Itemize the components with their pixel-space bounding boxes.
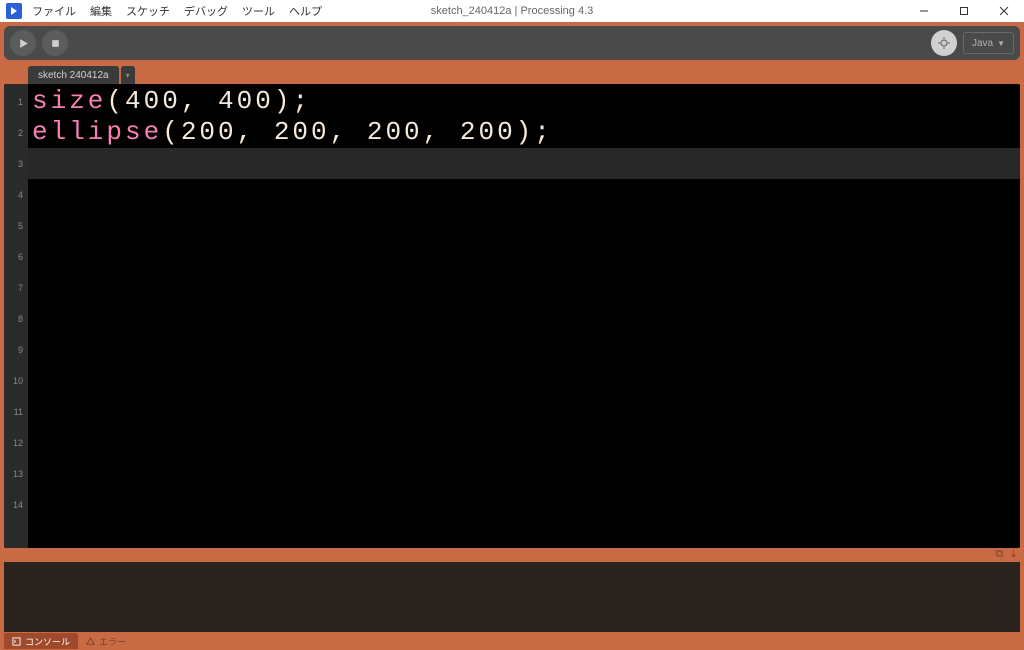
window-title: sketch_240412a | Processing 4.3 bbox=[431, 5, 593, 17]
maximize-button[interactable] bbox=[944, 0, 984, 22]
console-tab[interactable]: コンソール bbox=[4, 633, 78, 649]
mode-label: Java bbox=[972, 38, 993, 49]
bottom-tabbar: コンソール エラー bbox=[0, 632, 1024, 650]
app-frame: Java ▼ sketch 240412a ▾ 1234567891011121… bbox=[0, 22, 1024, 650]
line-number: 6 bbox=[4, 242, 28, 273]
line-number: 3 bbox=[4, 149, 28, 180]
code-line bbox=[28, 179, 1020, 210]
code-line bbox=[28, 272, 1020, 303]
menu-file[interactable]: ファイル bbox=[32, 3, 76, 19]
app-icon bbox=[6, 3, 22, 19]
code-line bbox=[28, 148, 1020, 179]
menu-edit[interactable]: 編集 bbox=[90, 3, 112, 19]
run-button[interactable] bbox=[10, 30, 36, 56]
mode-selector[interactable]: Java ▼ bbox=[963, 32, 1014, 54]
code-line bbox=[28, 489, 1020, 520]
console-collapse-icon[interactable]: ⤓ bbox=[1011, 548, 1016, 561]
code-line: ellipse(200, 200, 200, 200); bbox=[28, 117, 1020, 148]
line-number: 10 bbox=[4, 366, 28, 397]
chevron-down-icon: ▼ bbox=[997, 39, 1005, 48]
errors-tab-label: エラー bbox=[99, 635, 126, 648]
console-tab-label: コンソール bbox=[25, 635, 70, 648]
console-output bbox=[4, 562, 1020, 632]
line-number: 8 bbox=[4, 304, 28, 335]
code-line bbox=[28, 210, 1020, 241]
line-number: 11 bbox=[4, 397, 28, 428]
code-area[interactable]: size(400, 400);ellipse(200, 200, 200, 20… bbox=[28, 84, 1020, 548]
console-popout-icon[interactable]: ⧉ bbox=[995, 548, 1003, 561]
line-gutter: 1234567891011121314 bbox=[4, 84, 28, 548]
warning-icon bbox=[86, 637, 95, 646]
menu-debug[interactable]: デバッグ bbox=[184, 3, 228, 19]
line-number: 7 bbox=[4, 273, 28, 304]
console-splitter[interactable]: ⧉ ⤓ bbox=[0, 548, 1024, 562]
menubar: ファイル 編集 スケッチ デバッグ ツール ヘルプ bbox=[32, 3, 322, 19]
console-icon bbox=[12, 637, 21, 646]
code-line bbox=[28, 396, 1020, 427]
stop-button[interactable] bbox=[42, 30, 68, 56]
line-number: 5 bbox=[4, 211, 28, 242]
close-button[interactable] bbox=[984, 0, 1024, 22]
code-line bbox=[28, 334, 1020, 365]
code-line bbox=[28, 458, 1020, 489]
code-line bbox=[28, 427, 1020, 458]
tabbar: sketch 240412a ▾ bbox=[0, 64, 1024, 84]
line-number: 1 bbox=[4, 87, 28, 118]
code-line bbox=[28, 303, 1020, 334]
line-number: 4 bbox=[4, 180, 28, 211]
line-number: 13 bbox=[4, 459, 28, 490]
code-line bbox=[28, 241, 1020, 272]
line-number: 2 bbox=[4, 118, 28, 149]
menu-tools[interactable]: ツール bbox=[242, 3, 275, 19]
line-number: 9 bbox=[4, 335, 28, 366]
code-line bbox=[28, 365, 1020, 396]
editor: 1234567891011121314 size(400, 400);ellip… bbox=[4, 84, 1020, 548]
tab-label: sketch 240412a bbox=[38, 70, 109, 81]
minimize-button[interactable] bbox=[904, 0, 944, 22]
errors-tab[interactable]: エラー bbox=[78, 633, 134, 649]
menu-sketch[interactable]: スケッチ bbox=[126, 3, 170, 19]
toolbar: Java ▼ bbox=[4, 26, 1020, 60]
tab-menu-button[interactable]: ▾ bbox=[121, 66, 135, 84]
sketch-tab[interactable]: sketch 240412a bbox=[28, 66, 119, 84]
titlebar: ファイル 編集 スケッチ デバッグ ツール ヘルプ sketch_240412a… bbox=[0, 0, 1024, 22]
line-number: 14 bbox=[4, 490, 28, 521]
window-controls bbox=[904, 0, 1024, 22]
code-line: size(400, 400); bbox=[28, 86, 1020, 117]
debug-toggle-button[interactable] bbox=[931, 30, 957, 56]
line-number: 12 bbox=[4, 428, 28, 459]
menu-help[interactable]: ヘルプ bbox=[289, 3, 322, 19]
